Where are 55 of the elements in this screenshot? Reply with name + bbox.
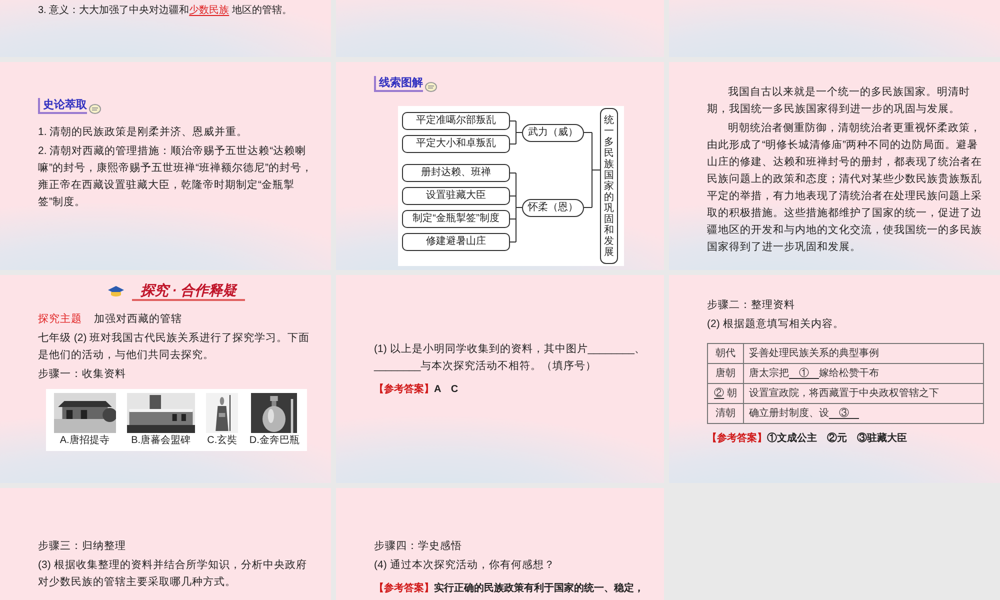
topic-text: 加强对西藏的管辖 [94,312,182,327]
mortarboard-icon [108,284,124,298]
topic-label: 探究主题 [38,312,82,327]
answer-text: 【参考答案】实行正确的民族政策有利于国家的统一、稳定， [374,581,645,596]
slide[interactable]: 探究 · 合作释疑 探究主题 加强对西藏的管辖 七年级 (2) 班对我国古代民族关系进行了探究学习。下面是他们的活动，与他们共同去探究。 步骤一：收集资料 A.唐招提寺 B.唐蕃会盟碑 C.玄奘 D.金奔巴瓶 [0,275,331,483]
table-cell: ② 朝 [708,384,744,404]
bubble-icon [89,104,101,114]
result-text: 统一多民族国家的巩固和发展 [604,114,614,258]
paragraph: (4) 通过本次探究活动，你有何感想？ [374,558,556,573]
paragraph: 1. 清朝的民族政策是刚柔并济、恩威并重。 [38,125,249,140]
paragraph: (1) 以上是小明同学收集到的资料，其中图片________、________与本次探究活动不相符。（填序号） [374,342,646,374]
banner-title: 探究 · 合作释疑 [132,281,245,301]
slide[interactable]: 步骤三：归纳整理 (3) 根据收集整理的资料并结合所学知识，分析中央政府对少数民族的管辖主要采取哪几种方式。 [0,488,331,600]
diagram-node: 平定大小和卓叛乱 [402,135,510,153]
slide[interactable]: 线索图解 平定准噶尔部叛乱 平定大小和卓叛乱 武力（威） 册封达赖、班禅 设置驻藏大臣 制定“金瓶掣签”制度 修建避暑山庄 怀柔（恩） 统一多民族国家的巩固和发展 [336,62,664,270]
table-cell: 妥善处理民族关系的典型事例 [744,344,984,364]
paragraph: 七年级 (2) 班对我国古代民族关系进行了探究学习。下面是他们的活动，与他们共同去探究。 [38,331,311,363]
paragraph: (3) 根据收集整理的资料并结合所学知识，分析中央政府对少数民族的管辖主要采取哪几种方式。 [38,558,308,590]
paragraph: 步骤三：归纳整理 [38,539,127,554]
diagram-node: 设置驻藏大臣 [402,187,510,205]
paragraph: 步骤二：整理资料 [707,298,796,313]
slide[interactable]: 史论萃取 1. 清朝的民族政策是刚柔并济、恩威并重。 2. 清朝对西藏的管理措施：顺治帝赐予五世达赖“达赖喇嘛”的封号，康熙帝赐予五世班禅“班禅额尔德尼”的封号，雍正帝在西藏设置驻藏大臣，乾隆帝时期制定“金瓶掣签”制度。 [0,62,331,270]
diagram-node: 平定准噶尔部叛乱 [402,112,510,130]
table-cell: 唐太宗把 ① 嫁给松赞干布 [744,364,984,384]
figure-caption: C.玄奘 [207,435,238,447]
paragraph: 步骤四：学史感悟 [374,539,463,554]
paragraph: 我国自古以来就是一个统一的多民族国家。明清时期，我国统一多民族国家得到进一步的巩固与发展。 [707,85,971,117]
diagram-node: 册封达赖、班禅 [402,164,510,182]
section-heading: 线索图解 [374,76,423,92]
diagram-node: 修建避暑山庄 [402,233,510,251]
table-cell: 设置宣政院，将西藏置于中央政权管辖之下 [744,384,984,404]
paragraph: (2) 根据题意填写相关内容。 [707,317,845,332]
bubble-icon [425,82,437,92]
slide[interactable] [669,62,1000,270]
paragraph: 3. 意义：大大加强了中央对边疆和少数民族 地区的管辖。 [38,4,293,18]
table-cell: 唐朝 [708,364,744,384]
paragraph: 明朝统治者侧重防御，清朝统治者更重视怀柔政策，由此形成了“明修长城清修庙”两种不同的边防局面。避暑山庄的修建、达赖和班禅封号的册封，都表现了统治者在民族问题上的政策和态度；清代对某些少数民族贵族叛乱平定的举措，有力地表现了清统治者在处理民族问题上采取的积极措施。这些措施都维护了国家的统一，促进了边疆地区的开发和与内地的文化交流，使我国统一的多民族国家得到了进一步巩固和发展。 [707,121,983,255]
slide[interactable]: (1) 以上是小明同学收集到的资料，其中图片________、________与本次探究活动不相符。（填序号） 【参考答案】A C [336,275,664,483]
diagram-node: 怀柔（恩） [522,198,584,216]
answer-text: 【参考答案】A C [374,382,460,397]
slide[interactable]: 步骤四：学史感悟 (4) 通过本次探究活动，你有何感想？ 【参考答案】实行正确的民族政策有利于国家的统一、稳定， [336,488,664,600]
diagram-node: 武力（威） [522,124,584,142]
answer-text: 【参考答案】①文成公主 ②元 ③驻藏大臣 [707,431,908,446]
figure-caption: D.金奔巴瓶 [249,435,300,447]
table-cell: 朝代 [708,344,744,364]
figure-caption: B.唐蕃会盟碑 [131,435,191,447]
section-heading: 史论萃取 [38,98,87,114]
figure-caption: A.唐招提寺 [60,435,110,447]
diagram-node: 制定“金瓶掣签”制度 [402,210,510,228]
paragraph: 2. 清朝对西藏的管理措施：顺治帝赐予五世达赖“达赖喇嘛”的封号，康熙帝赐予五世班禅“班禅额尔德尼”的封号，雍正帝在西藏设置驻藏大臣，乾隆帝时期制定“金瓶掣签”制度。 [38,144,314,210]
slide[interactable]: 步骤二：整理资料 (2) 根据题意填写相关内容。 朝代 妥善处理民族关系的典型事例 唐朝 唐太宗把 ① 嫁给松赞干布 ② 朝 设置宣政院，将西藏置于中央政权管辖之下 清朝 确立册封制度、设 ③ 【参考答案】①文成公主 ②元 ③驻藏大臣 [669,275,1000,483]
slide[interactable]: 3. 意义：大大加强了中央对边疆和少数民族 地区的管辖。 [0,0,331,57]
table-cell: 确立册封制度、设 ③ [744,404,984,424]
paragraph: 步骤一：收集资料 [38,367,127,382]
table-cell: 清朝 [708,404,744,424]
